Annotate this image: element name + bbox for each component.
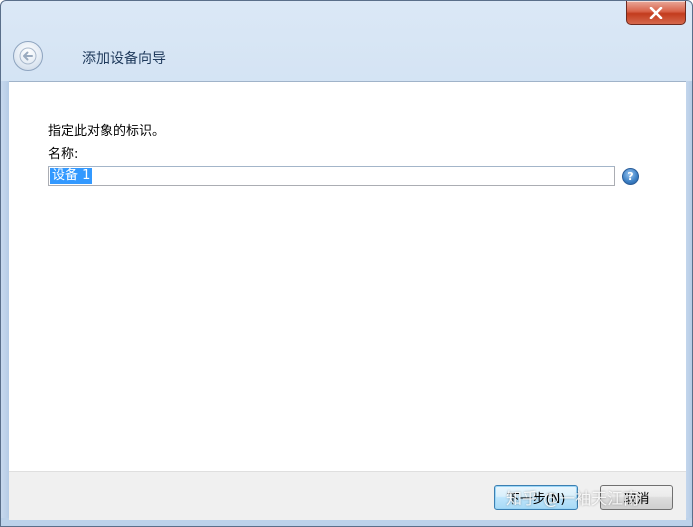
name-input-value: 设备 1: [50, 168, 93, 184]
wizard-footer: 下一步(N) 取消: [9, 471, 686, 520]
window-frame-left: [1, 81, 9, 518]
wizard-content: 指定此对象的标识。 名称: 设备 1 ?: [9, 81, 686, 471]
next-button[interactable]: 下一步(N): [494, 485, 578, 510]
back-button[interactable]: [13, 41, 43, 71]
name-label: 名称:: [48, 147, 79, 162]
close-button[interactable]: [626, 1, 686, 25]
back-arrow-icon: [19, 47, 37, 65]
wizard-window: 添加设备向导 指定此对象的标识。 名称: 设备 1 ? 下一步(N) 取消 知乎…: [0, 0, 693, 527]
close-icon: [649, 6, 663, 19]
identify-prompt: 指定此对象的标识。: [48, 124, 166, 139]
wizard-title: 添加设备向导: [82, 51, 166, 67]
cancel-button[interactable]: 取消: [600, 485, 673, 510]
wizard-header: 添加设备向导: [1, 1, 692, 81]
name-input[interactable]: 设备 1: [48, 166, 615, 186]
help-icon[interactable]: ?: [622, 168, 639, 185]
